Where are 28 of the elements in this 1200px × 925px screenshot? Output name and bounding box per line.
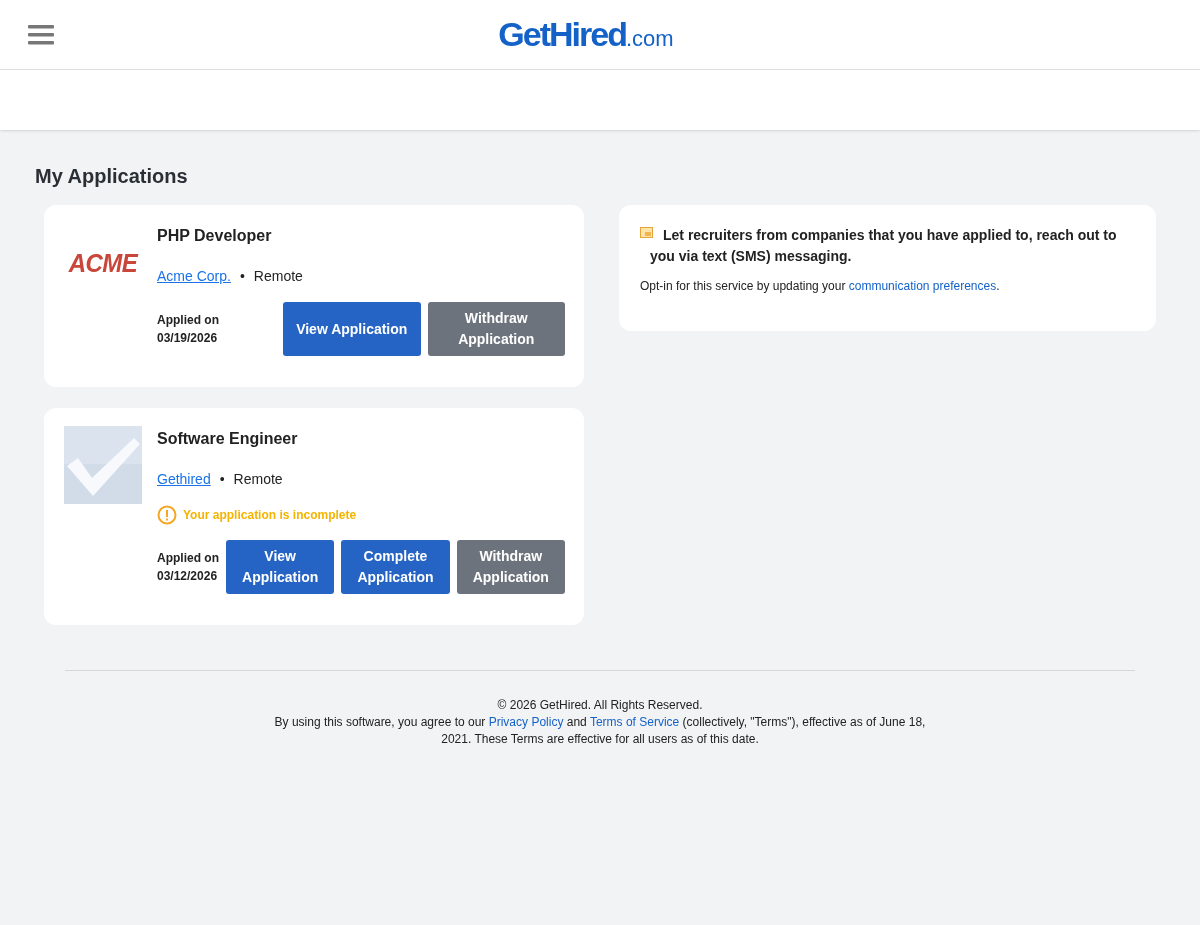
terms-text: By using this software, you agree to our Privacy Policy and Terms of Service (collectively, "Terms"), effective as of June 18, 2021. These Terms are effective for all users as of this date. (273, 714, 927, 748)
job-title: Software Engineer (157, 429, 299, 449)
applied-date: Applied on 03/19/2026 (157, 312, 220, 347)
secondary-button[interactable]: Withdraw Application (456, 540, 565, 594)
sms-heading: Let recruiters from companies that you have applied to, reach out to you via text (SMS) messaging. (650, 226, 1118, 266)
company-link[interactable]: Acme Corp. (157, 266, 231, 287)
footer-link[interactable]: Terms of Service (589, 715, 680, 729)
applied-date: Applied on 03/12/2026 (157, 550, 219, 585)
message-icon (640, 227, 653, 239)
site-logo[interactable]: GetHired.com (498, 9, 674, 60)
separator-dot: • (219, 470, 225, 489)
menu-icon[interactable] (28, 24, 54, 45)
separator-dot: • (239, 267, 245, 286)
job-title: PHP Developer (157, 226, 273, 246)
warning-text: Your application is incomplete (183, 507, 357, 524)
copyright-text: © 2026 GetHired. All Rights Reserved. (496, 697, 704, 714)
opt-in-text: Opt-in for this service by updating your communication preferences. (640, 278, 1001, 295)
warning-icon (157, 505, 177, 525)
secondary-button[interactable]: Withdraw Application (427, 302, 565, 356)
job-location: Remote (253, 267, 303, 286)
primary-button[interactable]: View Application (226, 540, 335, 594)
job-location: Remote (233, 470, 283, 489)
footer-link[interactable]: Privacy Policy (488, 715, 564, 729)
primary-button[interactable]: Complete Application (341, 540, 450, 594)
company-logo: ACME (68, 246, 138, 280)
page-title: My Applications (35, 164, 189, 189)
company-link[interactable]: Gethired (157, 469, 211, 490)
primary-button[interactable]: View Application (283, 302, 421, 356)
